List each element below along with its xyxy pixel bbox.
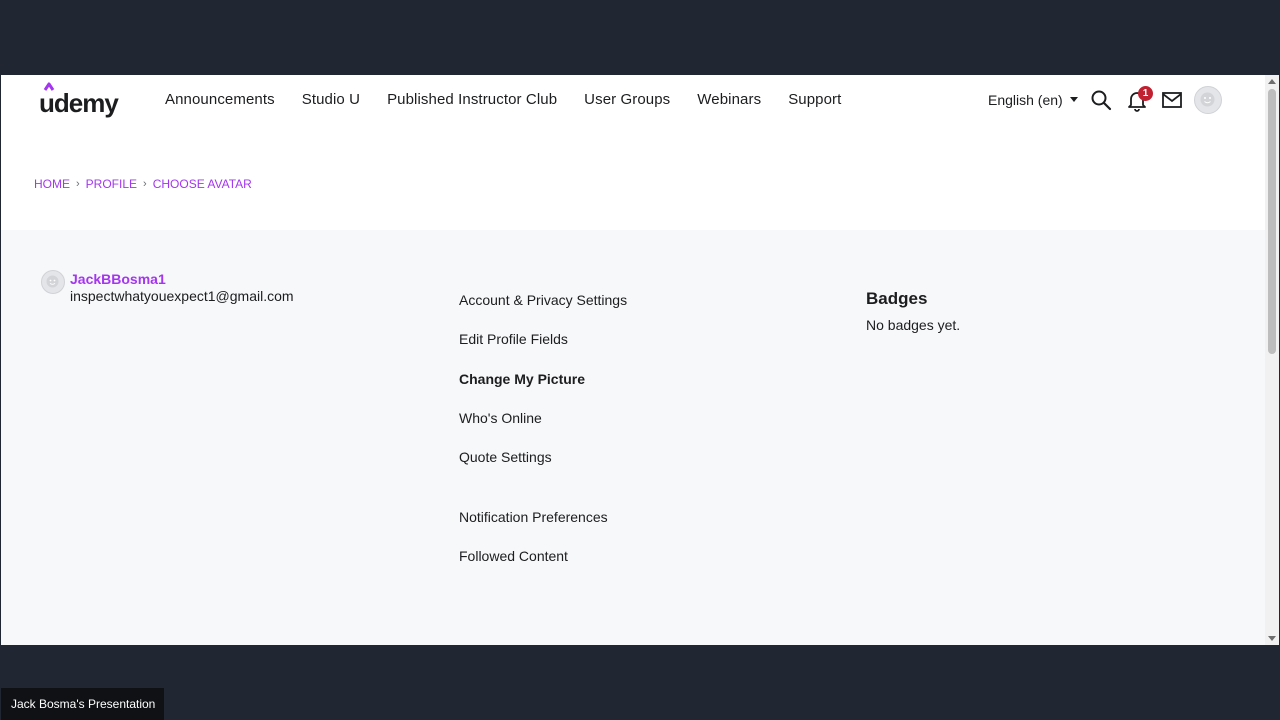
notification-count-badge: 1 — [1138, 86, 1153, 101]
scroll-down-arrow-icon[interactable] — [1268, 636, 1276, 641]
breadcrumb-separator: › — [143, 178, 147, 190]
menu-account-privacy-settings[interactable]: Account & Privacy Settings — [459, 291, 627, 309]
nav-published-instructor-club[interactable]: Published Instructor Club — [387, 89, 557, 111]
vertical-scrollbar[interactable] — [1265, 75, 1279, 645]
presenter-label: Jack Bosma's Presentation — [1, 688, 164, 720]
profile-avatar[interactable] — [41, 270, 65, 294]
user-avatar-button[interactable] — [1194, 86, 1222, 114]
breadcrumb-separator: › — [76, 178, 80, 190]
nav-announcements[interactable]: Announcements — [165, 89, 275, 111]
nav-webinars[interactable]: Webinars — [697, 89, 761, 111]
menu-change-my-picture[interactable]: Change My Picture — [459, 370, 585, 388]
menu-whos-online[interactable]: Who's Online — [459, 409, 542, 427]
avatar-face-icon — [1200, 92, 1215, 107]
breadcrumb: HOME › PROFILE › CHOOSE AVATAR — [34, 177, 252, 191]
breadcrumb-choose-avatar[interactable]: CHOOSE AVATAR — [153, 177, 252, 191]
language-selector[interactable]: English (en) — [988, 90, 1078, 110]
breadcrumb-profile[interactable]: PROFILE — [86, 177, 137, 191]
nav-studio-u[interactable]: Studio U — [302, 89, 360, 111]
profile-username[interactable]: JackBBosma1 — [70, 271, 166, 287]
badges-empty-message: No badges yet. — [866, 317, 961, 333]
nav-support[interactable]: Support — [788, 89, 841, 111]
nav-user-groups[interactable]: User Groups — [584, 89, 670, 111]
language-label: English (en) — [988, 92, 1063, 108]
badges-heading: Badges — [866, 289, 928, 308]
scroll-up-arrow-icon[interactable] — [1268, 79, 1276, 84]
search-icon[interactable] — [1089, 88, 1113, 112]
main-nav: Announcements Studio U Published Instruc… — [165, 89, 868, 111]
browser-viewport: udemy Announcements Studio U Published I… — [1, 75, 1279, 645]
profile-content: JackBBosma1 inspectwhatyouexpect1@gmail.… — [1, 230, 1265, 645]
menu-edit-profile-fields[interactable]: Edit Profile Fields — [459, 330, 568, 348]
breadcrumb-home[interactable]: HOME — [34, 177, 70, 191]
udemy-logo[interactable]: udemy — [39, 82, 129, 118]
logo-text: udemy — [39, 88, 119, 118]
menu-followed-content[interactable]: Followed Content — [459, 547, 568, 565]
profile-email: inspectwhatyouexpect1@gmail.com — [70, 288, 294, 304]
avatar-face-icon — [46, 275, 59, 288]
mail-icon[interactable] — [1160, 88, 1184, 112]
menu-notification-preferences[interactable]: Notification Preferences — [459, 508, 608, 526]
menu-quote-settings[interactable]: Quote Settings — [459, 448, 552, 466]
scroll-thumb[interactable] — [1268, 89, 1276, 354]
caret-down-icon — [1069, 96, 1078, 102]
site-header: udemy Announcements Studio U Published I… — [1, 75, 1265, 127]
